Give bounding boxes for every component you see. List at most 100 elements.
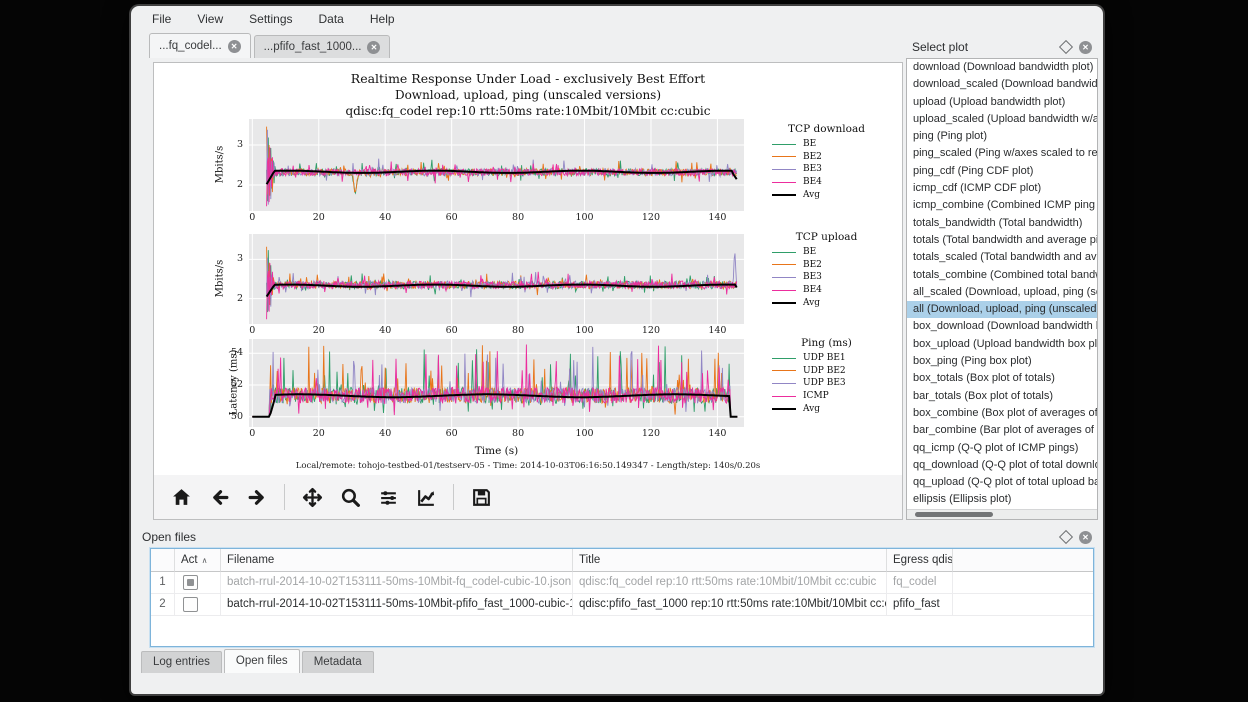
plot-tab-0[interactable]: ...fq_codel...✕ (149, 33, 251, 58)
checkbox-fill (187, 579, 194, 586)
legend-entry-label: BE4 (803, 177, 822, 187)
legend-2: Ping (ms)UDP BE1UDP BE2UDP BE3ICMPAvg (754, 337, 899, 415)
matplotlib-toolbar (154, 475, 902, 519)
plot-list-item-20[interactable]: box_combine (Box plot of averages of sev… (907, 405, 1097, 422)
plot-list-item-23[interactable]: qq_download (Q-Q plot of total download … (907, 457, 1097, 474)
subplot-tcp-upload[interactable]: 020406080100120140 (249, 234, 744, 338)
dock-close-icon[interactable]: ✕ (1079, 41, 1092, 54)
open-files-table-container: Act∧FilenameTitleEgress qdisc 1 batch-rrul… (150, 548, 1094, 647)
dock-close-icon[interactable]: ✕ (1079, 531, 1092, 544)
dock-float-icon[interactable] (1059, 530, 1073, 544)
plot-canvas[interactable]: Realtime Response Under Load - exclusive… (154, 63, 902, 475)
zoom-button[interactable] (335, 482, 365, 512)
bottom-tab-log-entries[interactable]: Log entries (141, 651, 222, 673)
x-tick-label: 60 (437, 212, 467, 223)
legend-line-swatch (772, 370, 796, 371)
dock-float-icon[interactable] (1059, 40, 1073, 54)
column-header-act[interactable]: Act∧ (175, 549, 221, 572)
column-header-filename[interactable]: Filename (221, 549, 573, 572)
legend-line-swatch (772, 383, 796, 384)
column-header-title[interactable]: Title (573, 549, 887, 572)
scrollbar-handle[interactable] (915, 512, 993, 517)
plot-list-item-1[interactable]: download_scaled (Download bandwidth w/ax… (907, 76, 1097, 93)
zoom-icon (340, 487, 361, 508)
checkbox-unchecked[interactable] (183, 597, 198, 612)
plot-list-item-6[interactable]: ping_cdf (Ping CDF plot) (907, 163, 1097, 180)
plot-list-item-18[interactable]: box_totals (Box plot of totals) (907, 370, 1097, 387)
menu-bar: File View Settings Data Help (131, 6, 1103, 32)
home-button[interactable] (166, 482, 196, 512)
egress-qdisc-cell[interactable]: fq_codel (887, 572, 953, 594)
plot-list-item-8[interactable]: icmp_combine (Combined ICMP ping plot) (907, 197, 1097, 214)
plot-tab-1[interactable]: ...pfifo_fast_1000... ✕ (254, 35, 391, 58)
x-tick-label: 40 (370, 212, 400, 223)
x-tick-label: 80 (503, 212, 533, 223)
title-cell[interactable]: qdisc:fq_codel rep:10 rtt:50ms rate:10Mb… (573, 572, 887, 594)
plot-list-item-10[interactable]: totals (Total bandwidth and average ping… (907, 232, 1097, 249)
menu-item-help[interactable]: Help (370, 12, 395, 26)
bottom-tab-metadata[interactable]: Metadata (302, 651, 374, 673)
tab-close-icon[interactable]: ✕ (367, 41, 380, 54)
subplot-ping-ms-[interactable]: 020406080100120140 (249, 339, 744, 441)
forward-button[interactable] (242, 482, 272, 512)
plot-list-item-15[interactable]: box_download (Download bandwidth box plo… (907, 318, 1097, 335)
legend-entry: Avg (754, 402, 899, 415)
title-cell[interactable]: qdisc:pfifo_fast_1000 rep:10 rtt:50ms ra… (573, 594, 887, 616)
plot-list-item-4[interactable]: ping (Ping plot) (907, 128, 1097, 145)
legend-entry-label: UDP BE3 (803, 378, 846, 388)
plot-list-item-25[interactable]: ellipsis (Ellipsis plot) (907, 491, 1097, 508)
legend-entry: UDP BE2 (754, 365, 899, 378)
plot-list-item-0[interactable]: download (Download bandwidth plot) (907, 59, 1097, 76)
plot-list-item-11[interactable]: totals_scaled (Total bandwidth and avera… (907, 249, 1097, 266)
menu-item-settings[interactable]: Settings (249, 12, 292, 26)
plot-list-item-9[interactable]: totals_bandwidth (Total bandwidth) (907, 215, 1097, 232)
x-tick-label: 40 (370, 325, 400, 336)
menu-item-file[interactable]: File (152, 12, 171, 26)
row-number: 1 (151, 572, 175, 594)
plot-tab-label: ...pfifo_fast_1000... (264, 41, 362, 53)
pan-icon (302, 487, 323, 508)
plot-list-item-17[interactable]: box_ping (Ping box plot) (907, 353, 1097, 370)
plot-list-item-13[interactable]: all_scaled (Download, upload, ping (scal… (907, 284, 1097, 301)
plot-list-item-2[interactable]: upload (Upload bandwidth plot) (907, 94, 1097, 111)
plot-list-item-12[interactable]: totals_combine (Combined total bandwidth… (907, 267, 1097, 284)
checkbox-checked[interactable] (183, 575, 198, 590)
filename-cell[interactable]: batch-rrul-2014-10-02T153111-50ms-10Mbit… (221, 594, 573, 616)
back-button[interactable] (204, 482, 234, 512)
subplot-tcp-download[interactable]: 020406080100120140 (249, 119, 744, 225)
pan-button[interactable] (297, 482, 327, 512)
column-header-egress-qdisc[interactable]: Egress qdisc (887, 549, 953, 572)
act-header-label: Act (181, 554, 198, 566)
plot-list-item-19[interactable]: bar_totals (Box plot of totals) (907, 388, 1097, 405)
plot-list-item-22[interactable]: qq_icmp (Q-Q plot of ICMP pings) (907, 440, 1097, 457)
plot-list-item-3[interactable]: upload_scaled (Upload bandwidth w/axes s… (907, 111, 1097, 128)
menu-item-data[interactable]: Data (319, 12, 344, 26)
x-tick-label: 0 (237, 212, 267, 223)
save-button[interactable] (466, 482, 496, 512)
x-tick-label: 100 (570, 212, 600, 223)
menu-item-view[interactable]: View (197, 12, 223, 26)
open-files-dock: Open files ✕ Act∧FilenameTitleEgress qdi… (136, 526, 1098, 649)
figure-options-button[interactable] (411, 482, 441, 512)
horizontal-scrollbar[interactable] (907, 509, 1097, 519)
bottom-tab-open-files[interactable]: Open files (224, 649, 300, 673)
tab-close-icon[interactable]: ✕ (228, 40, 241, 53)
plot-list-item-14[interactable]: all (Download, upload, ping (unscaled ve… (907, 301, 1097, 318)
legend-entry: BE (754, 246, 899, 259)
app-window: File View Settings Data Help ...fq_codel...✕… (131, 6, 1103, 694)
y-axis-label: Mbits/s (214, 260, 225, 298)
open-files-table: Act∧FilenameTitleEgress qdisc 1 batch-rrul… (151, 549, 1093, 616)
plot-list-item-7[interactable]: icmp_cdf (ICMP CDF plot) (907, 180, 1097, 197)
plot-list-item-24[interactable]: qq_upload (Q-Q plot of total upload band… (907, 474, 1097, 491)
filename-cell[interactable]: batch-rrul-2014-10-02T153111-50ms-10Mbit… (221, 572, 573, 594)
plot-list-item-21[interactable]: bar_combine (Bar plot of averages of sev… (907, 422, 1097, 439)
plot-list-item-16[interactable]: box_upload (Upload bandwidth box plot) (907, 336, 1097, 353)
plot-list: download (Download bandwidth plot)downlo… (906, 58, 1098, 520)
egress-qdisc-cell[interactable]: pfifo_fast (887, 594, 953, 616)
plot-list-item-5[interactable]: ping_scaled (Ping w/axes scaled to remov… (907, 145, 1097, 162)
legend-entry: ICMP (754, 390, 899, 403)
save-icon (471, 487, 492, 508)
y-axis-label: Mbits/s (214, 146, 225, 184)
configure-subplots-button[interactable] (373, 482, 403, 512)
figure-options-icon (416, 487, 437, 508)
